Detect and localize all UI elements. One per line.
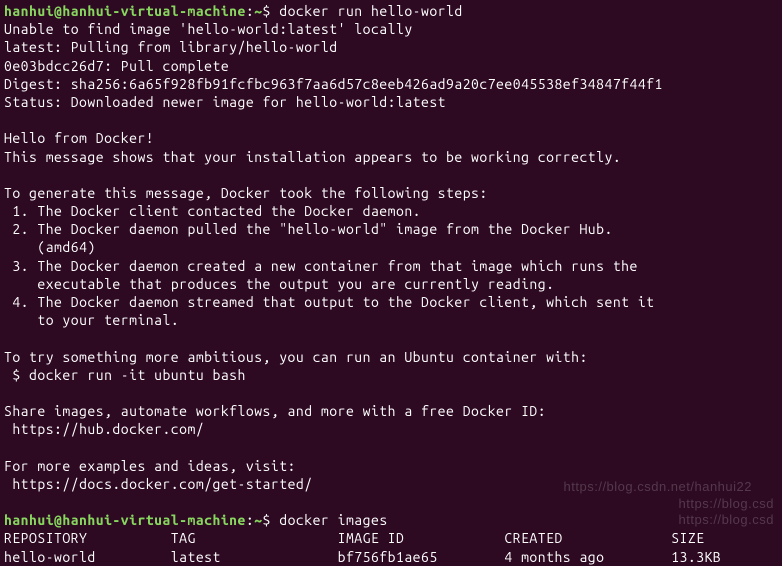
prompt-path: ~: [254, 3, 262, 19]
output-line: 1. The Docker client contacted the Docke…: [4, 202, 778, 220]
output-line: latest: Pulling from library/hello-world: [4, 38, 778, 56]
table-row: hello-world latest bf756fb1ae65 4 months…: [4, 548, 778, 566]
output-line: (amd64): [4, 238, 778, 256]
prompt-separator: :: [246, 3, 254, 19]
output-line: Digest: sha256:6a65f928fb91fcfbc963f7aa6…: [4, 75, 778, 93]
output-line: to your terminal.: [4, 311, 778, 329]
output-line: [4, 439, 778, 457]
output-line: 0e03bdcc26d7: Pull complete: [4, 57, 778, 75]
prompt-user-host: hanhui@hanhui-virtual-machine: [4, 512, 246, 528]
output-line: To try something more ambitious, you can…: [4, 348, 778, 366]
output-line: [4, 329, 778, 347]
output-line: executable that produces the output you …: [4, 275, 778, 293]
output-line: 3. The Docker daemon created a new conta…: [4, 257, 778, 275]
output-line: [4, 384, 778, 402]
prompt-line-1: hanhui@hanhui-virtual-machine:~$ docker …: [4, 2, 778, 20]
output-line: This message shows that your installatio…: [4, 148, 778, 166]
prompt-path: ~: [254, 512, 262, 528]
output-line: Hello from Docker!: [4, 129, 778, 147]
output-line: Share images, automate workflows, and mo…: [4, 402, 778, 420]
output-line: 4. The Docker daemon streamed that outpu…: [4, 293, 778, 311]
prompt-symbol: $: [263, 512, 271, 528]
command-text: docker run hello-world: [279, 3, 462, 19]
table-header: REPOSITORY TAG IMAGE ID CREATED SIZE: [4, 529, 778, 547]
output-line: [4, 111, 778, 129]
output-line: Status: Downloaded newer image for hello…: [4, 93, 778, 111]
output-line: https://docs.docker.com/get-started/: [4, 475, 778, 493]
output-line: 2. The Docker daemon pulled the "hello-w…: [4, 220, 778, 238]
prompt-line-2: hanhui@hanhui-virtual-machine:~$ docker …: [4, 511, 778, 529]
output-line: [4, 493, 778, 511]
output-line: https://hub.docker.com/: [4, 420, 778, 438]
prompt-separator: :: [246, 512, 254, 528]
output-line: For more examples and ideas, visit:: [4, 457, 778, 475]
output-block-1: Unable to find image 'hello-world:latest…: [4, 20, 778, 511]
command-text: docker images: [279, 512, 387, 528]
prompt-user-host: hanhui@hanhui-virtual-machine: [4, 3, 246, 19]
output-line: To generate this message, Docker took th…: [4, 184, 778, 202]
terminal-content[interactable]: hanhui@hanhui-virtual-machine:~$ docker …: [4, 2, 778, 566]
output-line: $ docker run -it ubuntu bash: [4, 366, 778, 384]
output-line: Unable to find image 'hello-world:latest…: [4, 20, 778, 38]
prompt-symbol: $: [263, 3, 271, 19]
output-line: [4, 166, 778, 184]
